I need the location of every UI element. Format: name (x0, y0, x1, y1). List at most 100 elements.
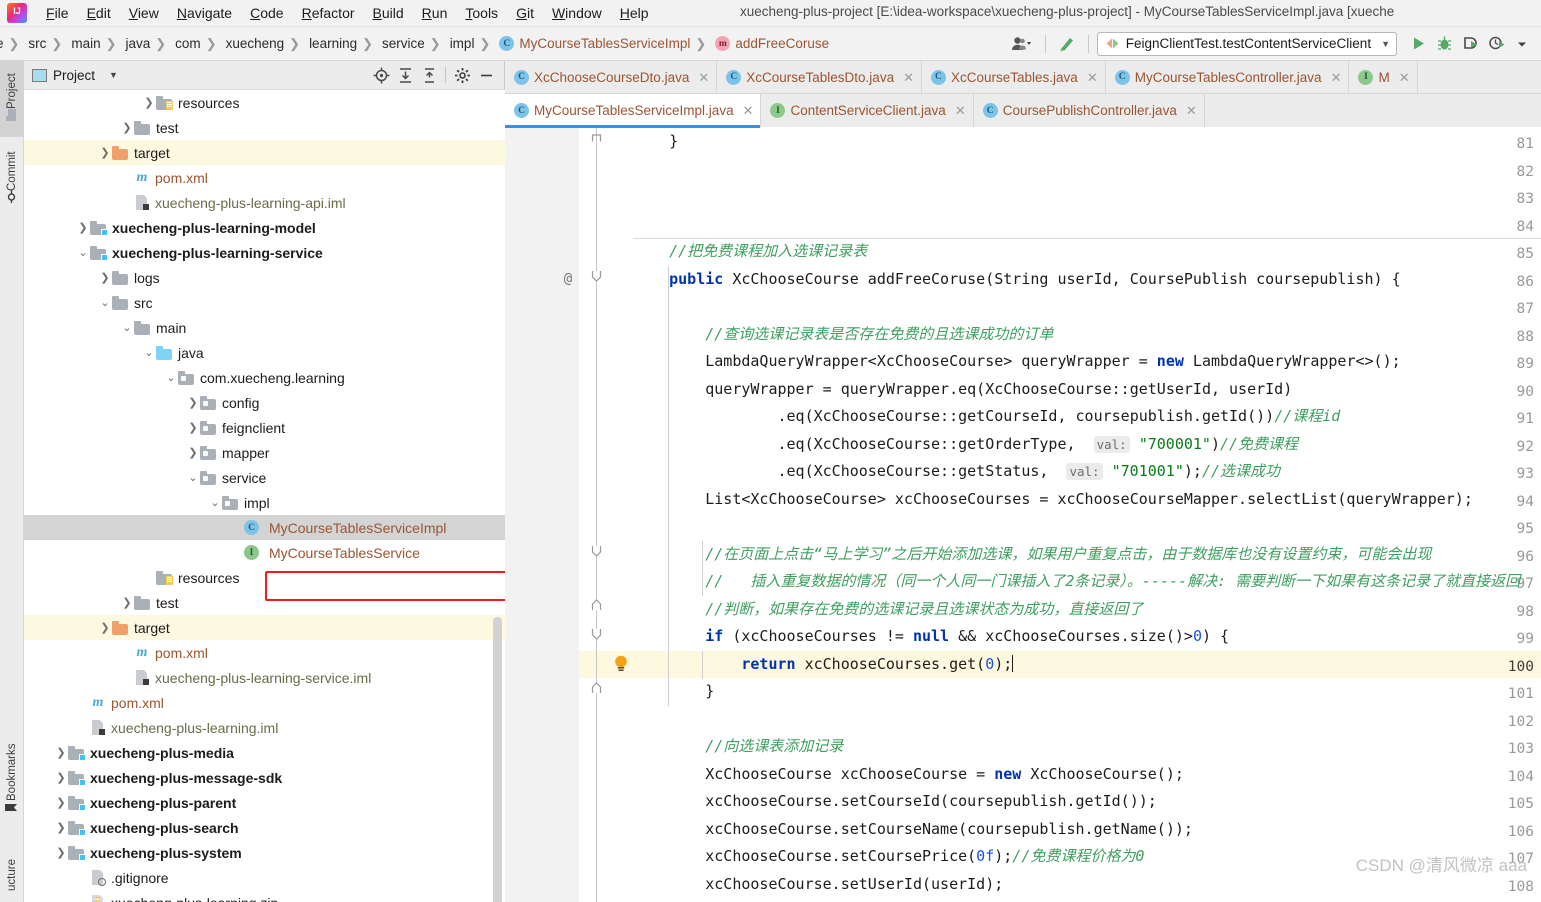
code-line[interactable]: xcChooseCourse.setCourseName(coursepubli… (633, 816, 1193, 844)
sidebar-item-project[interactable]: Project (0, 61, 24, 137)
tree-node[interactable]: xuecheng-plus-learning.iml (24, 715, 505, 740)
tree-node[interactable]: ⌄ java (24, 340, 505, 365)
tree-node[interactable]: ❯ xuecheng-plus-media (24, 740, 505, 765)
menu-edit[interactable]: Edit (78, 3, 120, 24)
settings-gear-icon[interactable] (450, 63, 474, 87)
tree-node[interactable]: xuecheng-plus-learning-api.iml (24, 190, 505, 215)
menu-code[interactable]: Code (241, 3, 292, 24)
debug-button[interactable] (1431, 32, 1457, 56)
tree-node[interactable]: .gitignore (24, 865, 505, 890)
tree-node[interactable]: I MyCourseTablesService (24, 540, 505, 565)
expand-all-icon[interactable] (393, 63, 417, 87)
fold-marker-end[interactable] (590, 682, 603, 695)
tree-node[interactable]: resources (24, 565, 505, 590)
editor-tab[interactable]: C MyCourseTablesServiceImpl.java ✕ (505, 94, 762, 128)
chevron-down-icon[interactable]: ⌄ (98, 296, 112, 310)
tree-node-selected[interactable]: C MyCourseTablesServiceImpl (24, 515, 505, 540)
chevron-right-icon[interactable]: ❯ (54, 796, 68, 810)
project-tree[interactable]: ❯ resources ❯ test ❯ target m pom.xml xuecheng-p… (24, 90, 505, 902)
tree-node[interactable]: ❯ target (24, 615, 505, 640)
tree-node[interactable]: ❯ config (24, 390, 505, 415)
breadcrumb-item-1[interactable]: src ❯ (26, 35, 69, 53)
code-line[interactable]: xcChooseCourse.setUserId(userId); (633, 871, 1003, 899)
breadcrumb-item-5[interactable]: xuecheng ❯ (224, 35, 307, 53)
breadcrumb-item-8[interactable]: impl ❯ (448, 35, 498, 53)
tree-node[interactable]: m pom.xml (24, 690, 505, 715)
collapse-all-icon[interactable] (417, 63, 441, 87)
chevron-right-icon[interactable]: ❯ (76, 221, 90, 235)
tree-node[interactable]: ⌄ impl (24, 490, 505, 515)
editor-tab[interactable]: C XcCourseTables.java ✕ (921, 61, 1106, 93)
user-account-icon[interactable] (1009, 33, 1035, 55)
menu-file[interactable]: File (37, 3, 78, 24)
tree-node[interactable]: ❯ target (24, 140, 505, 165)
close-tab-icon[interactable]: ✕ (1087, 71, 1098, 84)
sidebar-item-bookmarks[interactable]: Bookmarks (0, 733, 24, 829)
select-opened-file-icon[interactable] (369, 63, 393, 87)
code-view[interactable]: 81 82 83 84 85 86 87 88 89 90 91 92 93 94 95 96 97 98 99 10… (505, 128, 1541, 902)
close-tab-icon[interactable]: ✕ (903, 71, 914, 84)
code-line[interactable]: queryWrapper = queryWrapper.eq(XcChooseC… (633, 376, 1292, 404)
menu-git[interactable]: Git (507, 3, 543, 24)
line-number-gutter[interactable] (505, 128, 579, 902)
hide-panel-icon[interactable] (474, 63, 498, 87)
run-with-coverage-button[interactable] (1457, 32, 1483, 56)
fold-marker-start[interactable] (590, 627, 603, 640)
code-line[interactable]: } (633, 128, 678, 156)
breadcrumb-item-4[interactable]: com ❯ (173, 35, 223, 53)
sidebar-item-structure[interactable]: ucture (0, 847, 24, 902)
chevron-down-icon[interactable]: ⌄ (76, 246, 90, 260)
code-line[interactable]: return xcChooseCourses.get(0); (633, 651, 1014, 679)
chevron-down-icon[interactable]: ⌄ (142, 346, 156, 360)
code-line[interactable]: //判断，如果存在免费的选课记录且选课状态为成功，直接返回了 (633, 596, 1143, 624)
tree-node[interactable]: ❯ xuecheng-plus-search (24, 815, 505, 840)
chevron-right-icon[interactable]: ❯ (142, 96, 156, 110)
chevron-down-icon[interactable]: ▼ (109, 70, 118, 80)
breadcrumb-item-7[interactable]: service ❯ (380, 35, 448, 53)
chevron-right-icon[interactable]: ❯ (54, 746, 68, 760)
editor-tab[interactable]: C XcCourseTablesDto.java ✕ (717, 61, 922, 93)
tree-node[interactable]: xuecheng-plus-learning.zip (24, 890, 505, 902)
chevron-right-icon[interactable]: ❯ (186, 421, 200, 435)
tree-node[interactable]: ❯ xuecheng-plus-message-sdk (24, 765, 505, 790)
chevron-right-icon[interactable]: ❯ (98, 621, 112, 635)
intention-bulb-icon[interactable] (612, 654, 630, 674)
code-line[interactable]: .eq(XcChooseCourse::getStatus, val: "701… (633, 458, 1280, 486)
breadcrumb-item-class[interactable]: C MyCourseTablesServiceImpl ❯ (497, 35, 713, 53)
tree-node[interactable]: ❯ mapper (24, 440, 505, 465)
chevron-right-icon[interactable]: ❯ (120, 121, 134, 135)
tree-node[interactable]: ⌄ service (24, 465, 505, 490)
close-tab-icon[interactable]: ✕ (1399, 71, 1410, 84)
run-button[interactable] (1405, 32, 1431, 56)
editor-tab[interactable]: C MyCourseTablesController.java ✕ (1105, 61, 1350, 93)
code-line[interactable]: LambdaQueryWrapper<XcChooseCourse> query… (633, 348, 1400, 376)
close-tab-icon[interactable]: ✕ (1186, 104, 1197, 117)
chevron-right-icon[interactable]: ❯ (120, 596, 134, 610)
code-line[interactable]: List<XcChooseCourse> xcChooseCourses = x… (633, 486, 1473, 514)
tree-node[interactable]: ❯ feignclient (24, 415, 505, 440)
tree-node[interactable]: ❯ logs (24, 265, 505, 290)
menu-run[interactable]: Run (413, 3, 457, 24)
chevron-down-icon[interactable]: ⌄ (164, 371, 178, 385)
chevron-right-icon[interactable]: ❯ (54, 846, 68, 860)
tree-node[interactable]: ⌄ com.xuecheng.learning (24, 365, 505, 390)
chevron-down-icon[interactable]: ⌄ (208, 496, 222, 510)
profiler-button[interactable] (1483, 32, 1509, 56)
code-line[interactable]: //把免费课程加入选课记录表 (633, 238, 867, 266)
code-line[interactable]: if (xcChooseCourses != null && xcChooseC… (633, 623, 1229, 651)
code-line[interactable]: // 插入重复数据的情况（同一个人同一门课插入了2条记录）。-----解决: 需… (633, 568, 1520, 596)
menu-tools[interactable]: Tools (456, 3, 507, 24)
chevron-right-icon[interactable]: ❯ (98, 146, 112, 160)
code-line[interactable]: //向选课表添加记录 (633, 733, 843, 761)
fold-marker-end[interactable] (590, 599, 603, 612)
code-line[interactable]: .eq(XcChooseCourse::getOrderType, val: "… (633, 431, 1298, 459)
tree-node[interactable]: xuecheng-plus-learning-service.iml (24, 665, 505, 690)
code-line[interactable]: xcChooseCourse.setCoursePrice(0f);//免费课程… (633, 843, 1144, 871)
tree-node[interactable]: ⌄ main (24, 315, 505, 340)
tree-node[interactable]: ❯ xuecheng-plus-system (24, 840, 505, 865)
menu-help[interactable]: Help (611, 3, 658, 24)
code-line[interactable]: .eq(XcChooseCourse::getCourseId, coursep… (633, 403, 1340, 431)
code-line[interactable]: //在页面上点击“马上学习”之后开始添加选课，如果用户重复点击，由于数据库也没有… (633, 541, 1431, 569)
close-tab-icon[interactable]: ✕ (1331, 71, 1342, 84)
tree-node[interactable]: m pom.xml (24, 640, 505, 665)
